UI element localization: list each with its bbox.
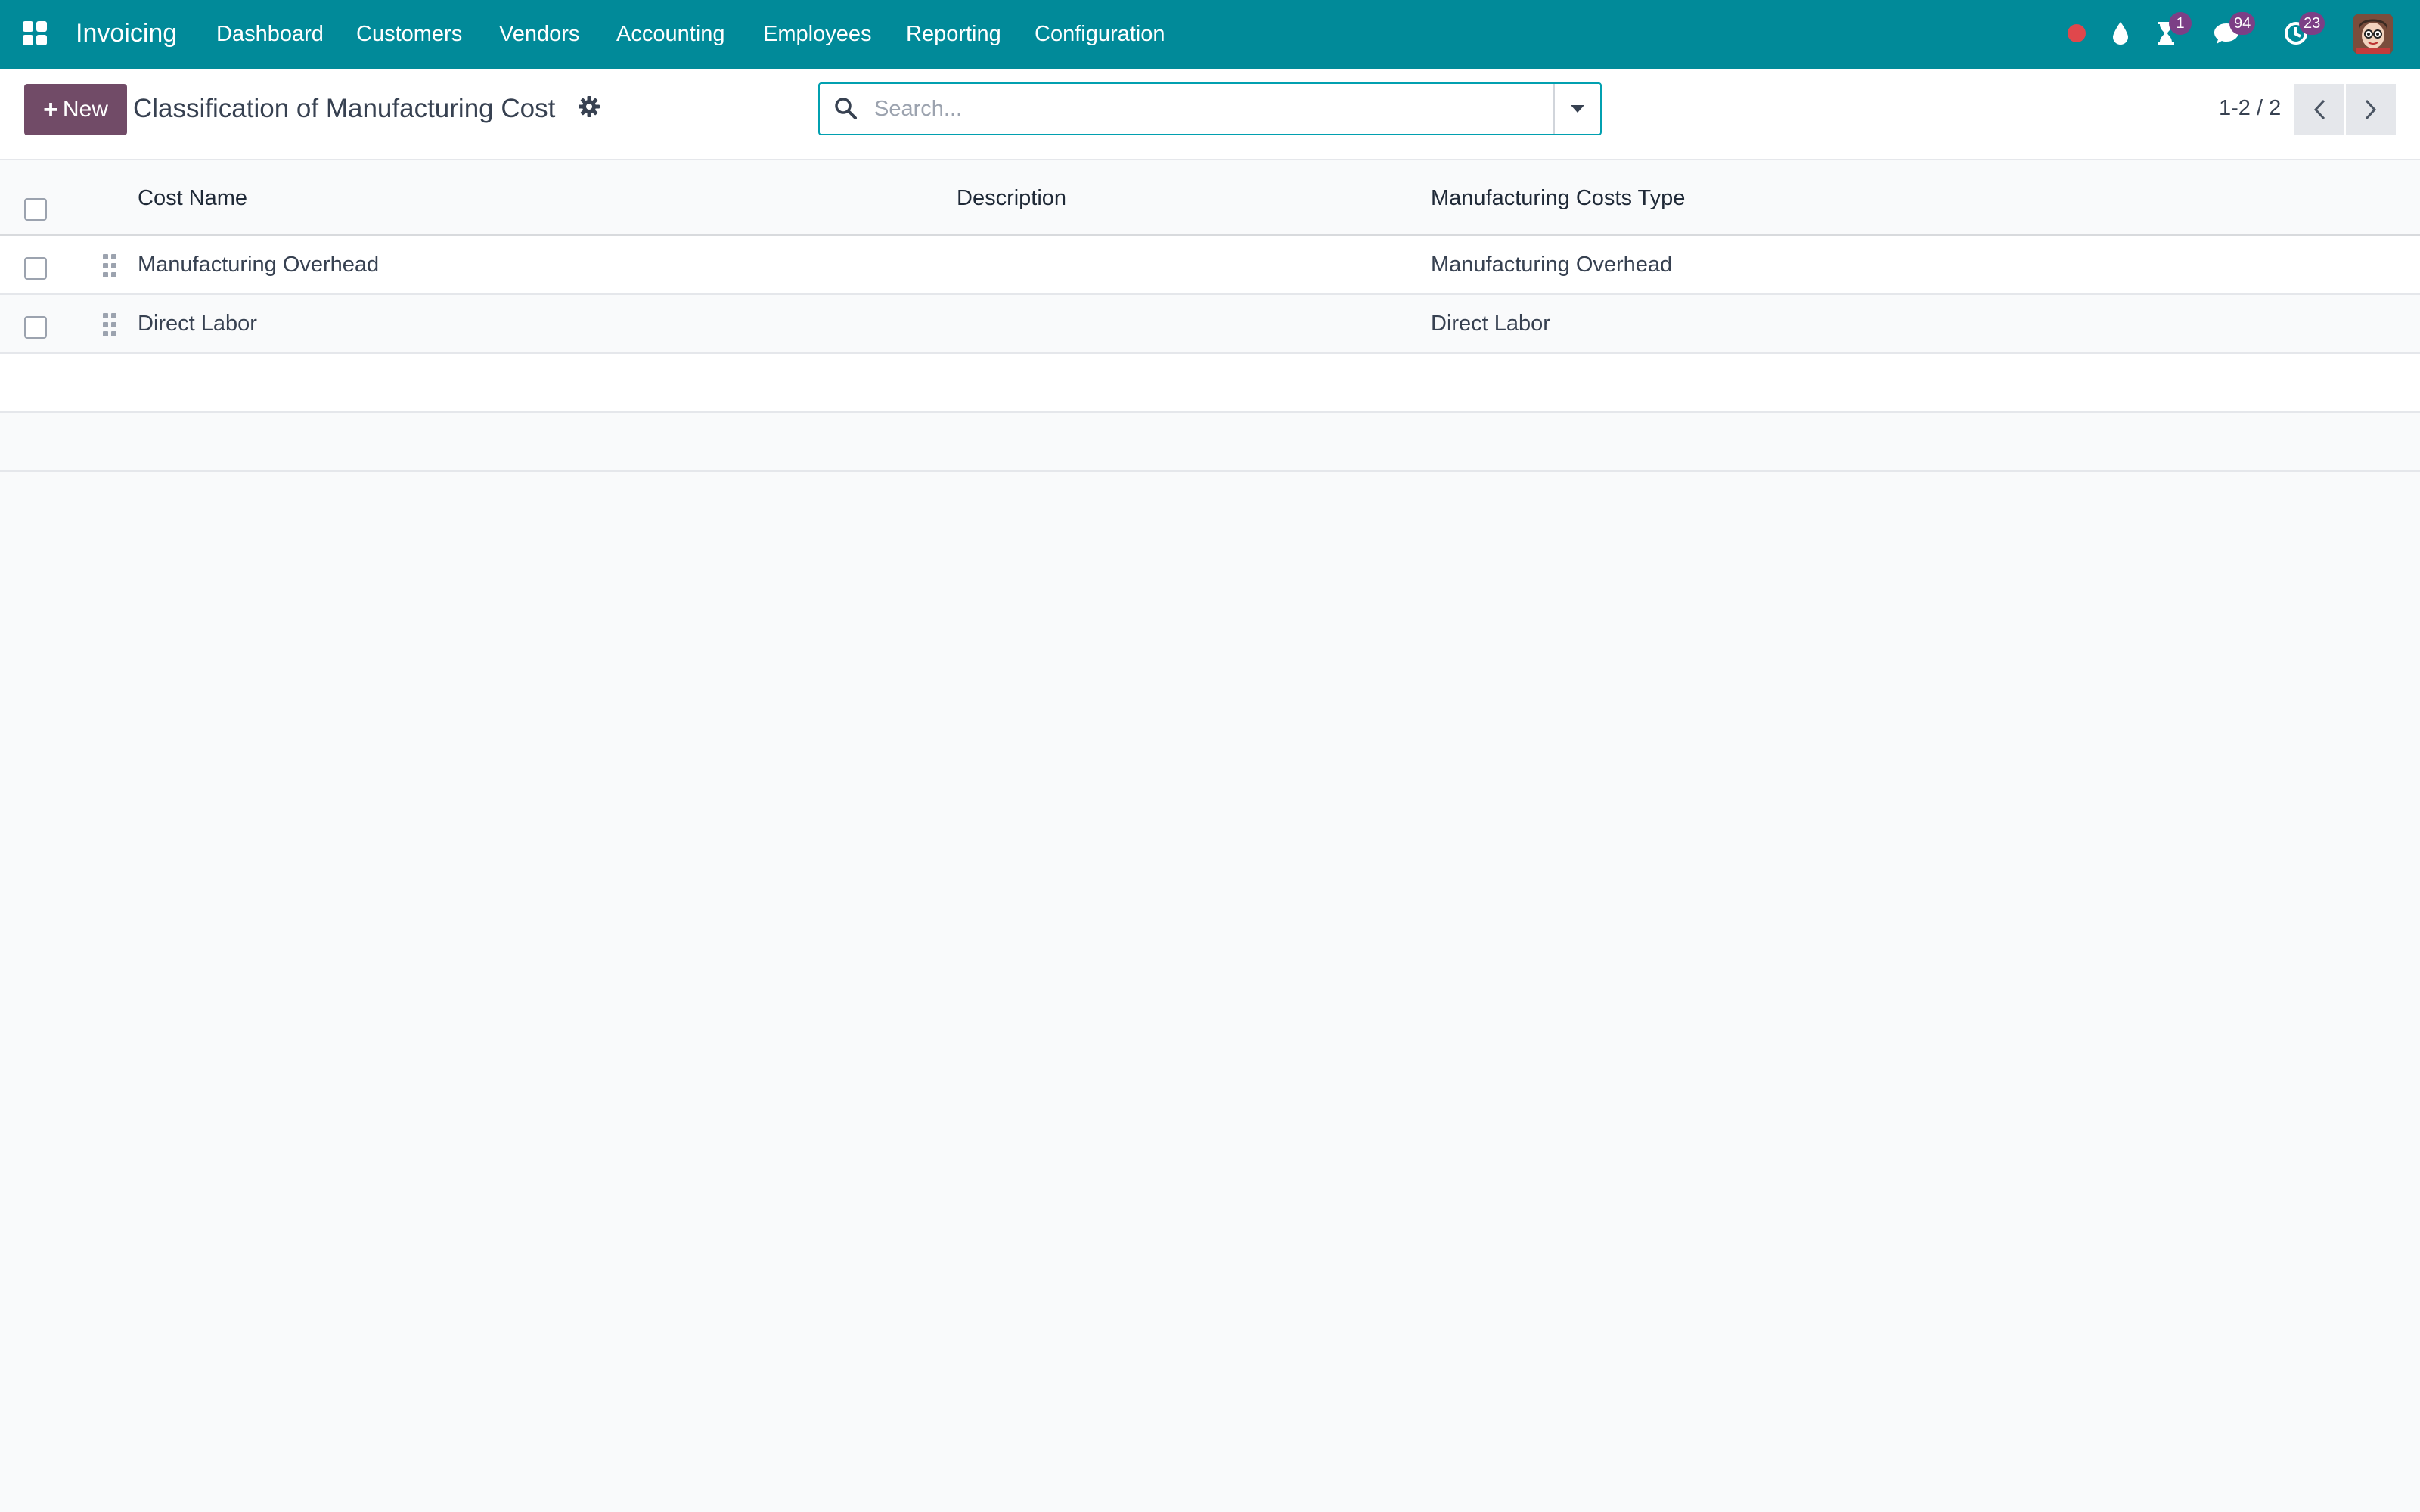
drag-handle-icon[interactable] bbox=[103, 254, 119, 278]
drop-icon[interactable] bbox=[2104, 17, 2137, 50]
plus-icon: + bbox=[43, 95, 58, 124]
drag-handle-icon[interactable] bbox=[103, 313, 119, 337]
row-checkbox[interactable] bbox=[24, 316, 47, 339]
page-title: Classification of Manufacturing Cost bbox=[133, 94, 556, 123]
search-box bbox=[818, 82, 1602, 135]
column-header-description[interactable]: Description bbox=[957, 184, 1066, 212]
activities-clock-icon[interactable]: 1 bbox=[2149, 12, 2192, 50]
new-button[interactable]: + New bbox=[24, 84, 127, 135]
cell-cost-name: Manufacturing Overhead bbox=[138, 253, 380, 277]
table-row[interactable]: Manufacturing Overhead Manufacturing Ove… bbox=[0, 236, 2420, 295]
cell-manufacturing-costs-type: Manufacturing Overhead bbox=[1431, 253, 1673, 277]
cell-manufacturing-costs-type: Direct Labor bbox=[1431, 311, 1550, 336]
user-avatar[interactable] bbox=[2353, 14, 2393, 54]
search-input[interactable] bbox=[874, 90, 1525, 128]
menu-vendors[interactable]: Vendors bbox=[499, 21, 579, 47]
table-header: Cost Name Description Manufacturing Cost… bbox=[0, 160, 2420, 236]
new-button-label: New bbox=[62, 97, 108, 122]
table-row[interactable]: Direct Labor Direct Labor bbox=[0, 295, 2420, 354]
gear-icon[interactable] bbox=[578, 95, 605, 122]
cost-list-table: Cost Name Description Manufacturing Cost… bbox=[0, 160, 2420, 472]
app-name[interactable]: Invoicing bbox=[76, 18, 177, 48]
messages-badge: 94 bbox=[2229, 12, 2256, 35]
caret-down-icon bbox=[1571, 105, 1584, 113]
menu-customers[interactable]: Customers bbox=[356, 21, 462, 47]
messages-icon[interactable]: 94 bbox=[2210, 12, 2256, 50]
updates-badge: 23 bbox=[2299, 12, 2325, 35]
pager-next-button[interactable] bbox=[2346, 84, 2396, 135]
apps-menu-icon[interactable] bbox=[23, 21, 47, 45]
recording-dot-icon[interactable] bbox=[2060, 17, 2093, 50]
menu-accounting[interactable]: Accounting bbox=[616, 21, 725, 47]
pager-value[interactable]: 1-2 / 2 bbox=[2219, 94, 2281, 122]
control-panel: + New Classification of Manufacturing Co… bbox=[0, 69, 2420, 160]
empty-table-row bbox=[0, 413, 2420, 472]
search-options-toggle[interactable] bbox=[1553, 84, 1600, 134]
chevron-right-icon bbox=[2365, 99, 2377, 120]
menu-dashboard[interactable]: Dashboard bbox=[216, 21, 324, 47]
chevron-left-icon bbox=[2313, 99, 2325, 120]
column-header-manufacturing-costs-type[interactable]: Manufacturing Costs Type bbox=[1431, 184, 1685, 212]
search-icon bbox=[833, 96, 861, 123]
pager-previous-button[interactable] bbox=[2294, 84, 2344, 135]
menu-employees[interactable]: Employees bbox=[763, 21, 871, 47]
cell-cost-name: Direct Labor bbox=[138, 311, 257, 336]
column-header-cost-name[interactable]: Cost Name bbox=[138, 184, 247, 212]
activities-badge: 1 bbox=[2169, 12, 2192, 35]
top-navbar: Invoicing Dashboard Customers Vendors Ac… bbox=[0, 0, 2420, 69]
row-checkbox[interactable] bbox=[24, 257, 47, 280]
updates-icon[interactable]: 23 bbox=[2279, 12, 2325, 50]
select-all-checkbox[interactable] bbox=[24, 198, 47, 221]
menu-reporting[interactable]: Reporting bbox=[906, 21, 1001, 47]
menu-configuration[interactable]: Configuration bbox=[1035, 21, 1165, 47]
empty-table-row bbox=[0, 354, 2420, 413]
